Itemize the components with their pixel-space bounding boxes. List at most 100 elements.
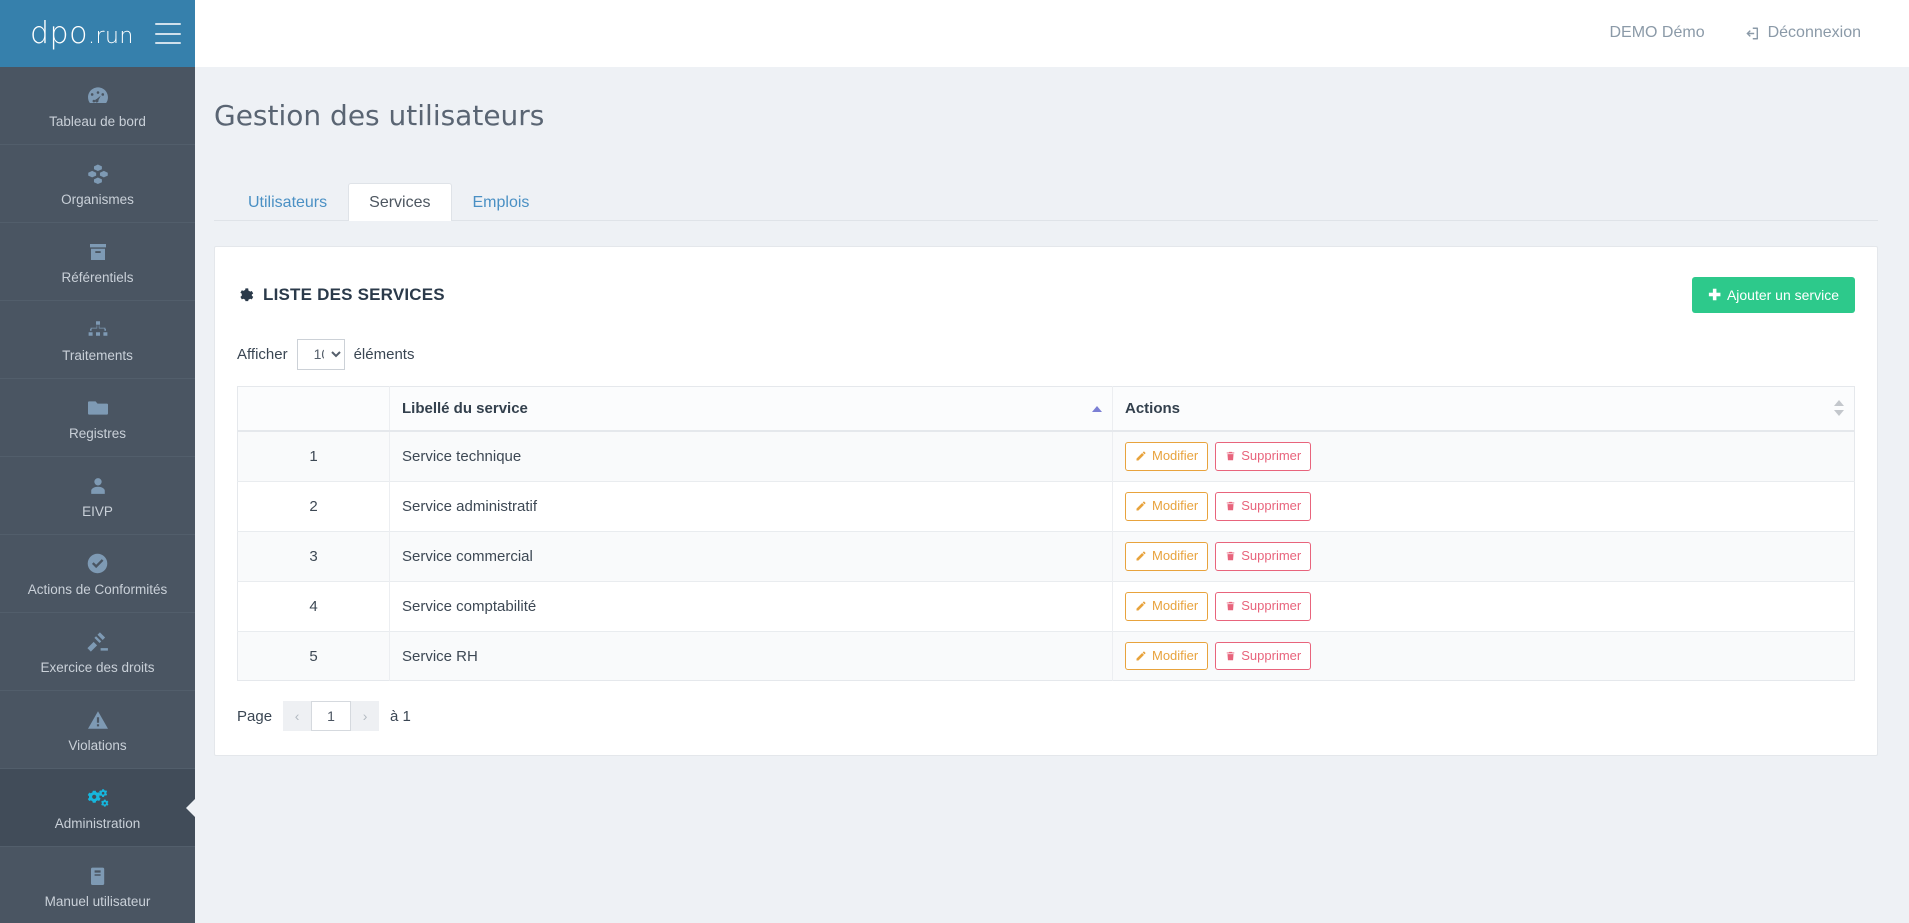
topbar: DEMO Démo Déconnexion — [195, 0, 1909, 67]
sidebar-item-eivp[interactable]: EIVP — [0, 457, 195, 535]
edit-label: Modifier — [1152, 448, 1199, 463]
column-header-actions[interactable]: Actions — [1112, 386, 1855, 432]
column-header-libelle[interactable]: Libellé du service — [389, 386, 1113, 432]
book-icon — [86, 863, 110, 889]
column-header-id[interactable] — [237, 386, 390, 432]
delete-label: Supprimer — [1241, 647, 1302, 663]
delete-button[interactable]: Supprimer — [1215, 641, 1312, 671]
sidebar-item-referentiels[interactable]: Référentiels — [0, 223, 195, 301]
delete-button[interactable]: Supprimer — [1215, 442, 1312, 471]
tab-container: Utilisateurs Services Emplois — [214, 179, 1878, 221]
trash-icon — [1225, 550, 1236, 562]
dashboard-icon — [85, 83, 111, 109]
delete-button[interactable]: Supprimer — [1215, 541, 1312, 571]
table-row: 3 Service commercial Modifier Supprimer — [237, 530, 1855, 582]
gavel-icon — [85, 629, 110, 655]
sidebar-item-registres[interactable]: Registres — [0, 379, 195, 457]
active-indicator-caret — [186, 797, 196, 818]
archive-icon — [86, 239, 110, 265]
pencil-icon — [1135, 550, 1147, 562]
pencil-icon — [1135, 600, 1147, 612]
hamburger-menu-icon[interactable] — [155, 23, 181, 44]
sidebar-item-tableau-de-bord[interactable]: Tableau de bord — [0, 67, 195, 145]
tab-utilisateurs[interactable]: Utilisateurs — [227, 183, 348, 221]
sidebar-item-label: Registres — [68, 425, 127, 441]
sidebar-item-label: Actions de Conformités — [27, 581, 168, 597]
page-length-prefix: Afficher — [237, 345, 288, 363]
sitemap-icon — [86, 317, 110, 343]
edit-button[interactable]: Modifier — [1125, 591, 1209, 621]
page-length-select[interactable]: 102550100 — [296, 338, 345, 370]
previous-page-button[interactable]: ‹ — [283, 701, 312, 732]
services-panel: LISTE DES SERVICES ✚ Ajouter un service … — [214, 246, 1878, 757]
app-logo[interactable]: dpo.run — [30, 16, 134, 51]
column-header-libelle-text: Libellé du service — [402, 400, 528, 417]
sidebar-item-label: Violations — [68, 737, 127, 753]
edit-button[interactable]: Modifier — [1125, 491, 1209, 521]
cubes-icon — [85, 161, 111, 187]
warning-icon — [85, 707, 111, 733]
sidebar-item-label: Tableau de bord — [49, 113, 146, 129]
tab-bar: Utilisateurs Services Emplois — [214, 179, 1878, 221]
pencil-icon — [1135, 650, 1147, 662]
pagination-label: Page — [237, 707, 273, 725]
edit-button[interactable]: Modifier — [1125, 641, 1209, 671]
logo-suffix-text: .run — [87, 24, 134, 49]
page-length-suffix: éléments — [353, 345, 415, 363]
column-header-actions-text: Actions — [1125, 400, 1181, 417]
plus-icon: ✚ — [1708, 286, 1721, 304]
pencil-icon — [1135, 500, 1147, 512]
sidebar-item-exercice-des-droits[interactable]: Exercice des droits — [0, 613, 195, 691]
panel-title: LISTE DES SERVICES — [237, 285, 445, 305]
delete-label: Supprimer — [1241, 448, 1302, 463]
user-icon — [87, 473, 109, 499]
logout-icon — [1743, 25, 1760, 42]
sidebar-item-administration[interactable]: Administration — [0, 769, 196, 847]
sidebar-item-actions-de-conformites[interactable]: Actions de Conformités — [0, 535, 195, 613]
cell-actions: Modifier Supprimer — [1112, 630, 1855, 681]
sort-both-icon — [1834, 399, 1844, 416]
edit-label: Modifier — [1152, 497, 1199, 513]
edit-label: Modifier — [1152, 647, 1199, 663]
delete-label: Supprimer — [1241, 497, 1302, 513]
services-table: Libellé du service Actions 1 Service tec… — [237, 386, 1855, 682]
trash-icon — [1225, 600, 1236, 612]
table-header-row: Libellé du service Actions — [237, 386, 1855, 432]
sort-ascending-icon — [1092, 405, 1102, 412]
edit-button[interactable]: Modifier — [1125, 541, 1209, 571]
add-service-button[interactable]: ✚ Ajouter un service — [1692, 277, 1855, 313]
page-number-input[interactable] — [311, 701, 352, 732]
tab-services[interactable]: Services — [348, 183, 452, 221]
table-row: 4 Service comptabilité Modifier Supprime… — [237, 580, 1855, 632]
sidebar-item-traitements[interactable]: Traitements — [0, 301, 195, 379]
delete-button[interactable]: Supprimer — [1215, 591, 1312, 621]
brand-header: dpo.run — [0, 0, 195, 67]
logout-label: Déconnexion — [1767, 24, 1861, 41]
pagination: Page ‹ › à 1 — [237, 701, 1855, 732]
current-user-label: DEMO Démo — [1609, 24, 1705, 41]
sidebar-item-label: Exercice des droits — [40, 659, 155, 675]
logo-main-text: dpo — [30, 16, 88, 51]
sidebar-item-organismes[interactable]: Organismes — [0, 145, 195, 223]
table-row: 5 Service RH Modifier Supprimer — [237, 630, 1855, 681]
table-area: Afficher 102550100 éléments Libellé du s… — [215, 338, 1877, 732]
logout-button[interactable]: Déconnexion — [1743, 24, 1861, 42]
panel-header: LISTE DES SERVICES ✚ Ajouter un service — [215, 247, 1877, 321]
sidebar-item-label: Organismes — [61, 191, 134, 207]
folder-icon — [85, 395, 111, 421]
cell-actions: Modifier Supprimer — [1112, 530, 1855, 582]
sidebar-item-label: Manuel utilisateur — [44, 893, 151, 909]
panel-title-text: LISTE DES SERVICES — [263, 285, 445, 304]
table-body: 1 Service technique Modifier Supprimer 2… — [237, 430, 1855, 681]
sidebar-item-violations[interactable]: Violations — [0, 691, 195, 769]
sidebar-item-label: Administration — [54, 815, 141, 831]
cell-actions: Modifier Supprimer — [1112, 480, 1855, 532]
tab-emplois[interactable]: Emplois — [452, 183, 551, 221]
trash-icon — [1225, 500, 1236, 512]
delete-label: Supprimer — [1241, 597, 1302, 613]
next-page-button[interactable]: › — [351, 701, 380, 732]
delete-button[interactable]: Supprimer — [1215, 491, 1312, 521]
table-row: 1 Service technique Modifier Supprimer — [237, 430, 1855, 482]
edit-button[interactable]: Modifier — [1125, 442, 1209, 471]
sidebar-item-manuel-utilisateur[interactable]: Manuel utilisateur — [0, 847, 195, 923]
